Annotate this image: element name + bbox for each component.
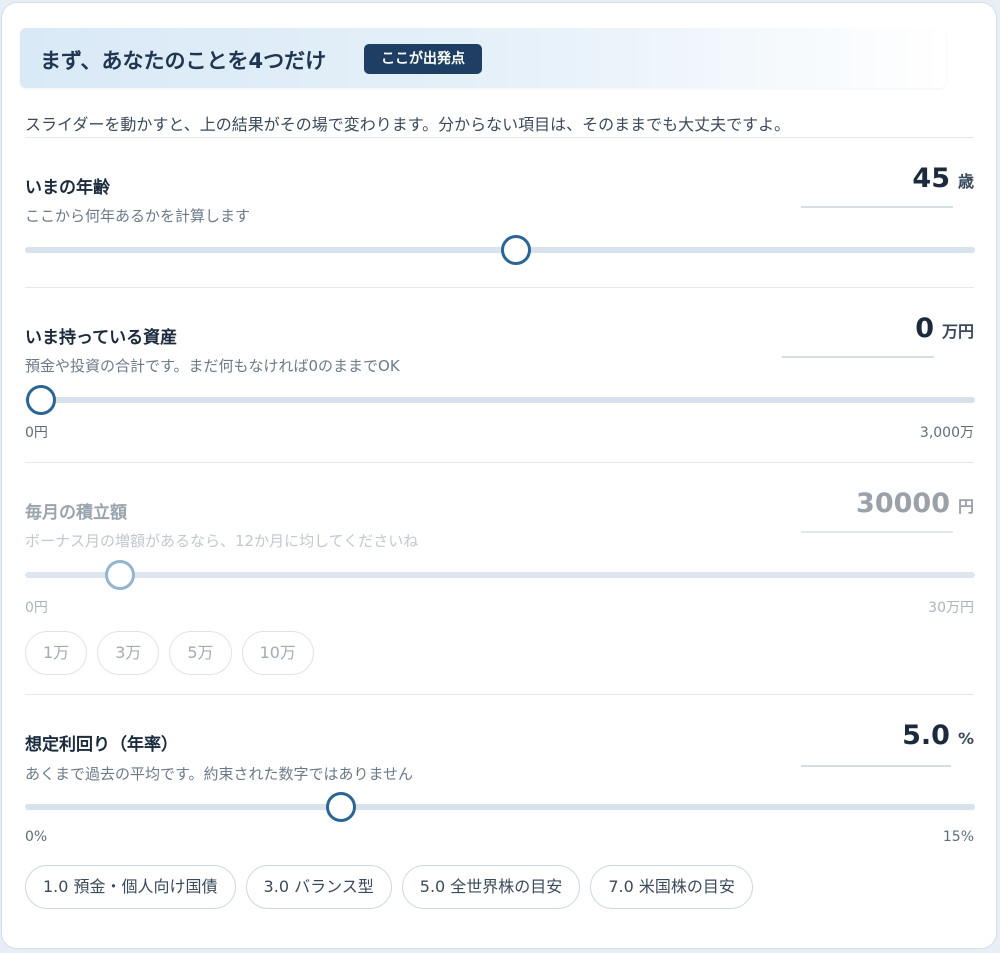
monthly-slider-track[interactable]: [25, 572, 975, 578]
monthly-unit: 円: [957, 497, 974, 516]
age-slider-thumb[interactable]: [501, 235, 532, 265]
rate-range-max: 15%: [942, 829, 974, 845]
assets-value[interactable]: 0: [915, 313, 934, 344]
divider: [25, 694, 974, 695]
age-value-underline: [801, 206, 953, 208]
rate-value-underline: [801, 765, 951, 767]
divider: [25, 462, 974, 463]
monthly-presets: 1万 3万 5万 10万: [25, 631, 314, 675]
rate-preset-button[interactable]: 5.0 全世界株の目安: [401, 865, 581, 909]
assets-value-field[interactable]: 0 万円: [915, 313, 974, 344]
rate-preset-button[interactable]: 7.0 米国株の目安: [590, 865, 753, 909]
assets-slider-thumb[interactable]: [26, 385, 56, 415]
monthly-preset-button[interactable]: 10万: [241, 631, 314, 675]
monthly-preset-button[interactable]: 3万: [97, 631, 160, 675]
assets-label: いま持っている資産: [25, 328, 178, 348]
monthly-value-field[interactable]: 30000 円: [856, 488, 974, 519]
intro-text: スライダーを動かすと、上の結果がその場で変わります。分からない項目は、そのままで…: [25, 115, 791, 134]
monthly-preset-button[interactable]: 5万: [169, 631, 232, 675]
age-slider-track[interactable]: [25, 247, 975, 253]
rate-presets: 1.0 預金・個人向け国債 3.0 バランス型 5.0 全世界株の目安 7.0 …: [25, 865, 753, 909]
rate-preset-button[interactable]: 1.0 預金・個人向け国債: [25, 865, 236, 909]
assets-value-underline: [782, 356, 934, 358]
monthly-value-underline: [801, 531, 953, 533]
rate-unit: %: [957, 729, 974, 748]
assets-hint: 預金や投資の合計です。まだ何もなければ0のままでOK: [25, 357, 400, 375]
assets-range-max: 3,000万: [919, 425, 974, 441]
rate-slider-track[interactable]: [25, 804, 975, 810]
rate-value-field[interactable]: 5.0 %: [902, 720, 974, 751]
assets-slider-track[interactable]: [25, 397, 975, 403]
monthly-hint: ボーナス月の増額があるなら、12か月に均してくださいね: [25, 532, 419, 550]
monthly-preset-button[interactable]: 1万: [25, 631, 88, 675]
divider: [25, 287, 974, 288]
rate-label: 想定利回り（年率）: [25, 735, 178, 755]
age-unit: 歳: [957, 172, 974, 191]
age-value-field[interactable]: 45 歳: [912, 163, 974, 194]
monthly-slider-thumb[interactable]: [105, 560, 135, 590]
monthly-value[interactable]: 30000: [856, 488, 950, 519]
age-hint: ここから何年あるかを計算します: [25, 207, 251, 225]
section-header: まず、あなたのことを4つだけ ここが出発点: [20, 28, 946, 88]
rate-hint: あくまで過去の平均です。約束された数字ではありません: [25, 765, 414, 783]
starting-point-badge: ここが出発点: [364, 44, 482, 74]
rate-preset-button[interactable]: 3.0 バランス型: [245, 865, 392, 909]
rate-range-min: 0%: [25, 829, 48, 845]
assets-unit: 万円: [941, 322, 974, 341]
monthly-range-min: 0円: [25, 600, 48, 616]
age-value[interactable]: 45: [912, 163, 950, 194]
divider: [25, 137, 974, 138]
age-label: いまの年齢: [25, 178, 110, 198]
rate-value[interactable]: 5.0: [902, 720, 950, 751]
assets-range-min: 0円: [25, 425, 48, 441]
monthly-label: 毎月の積立額: [25, 503, 127, 523]
section-title: まず、あなたのことを4つだけ: [40, 49, 327, 73]
monthly-range-max: 30万円: [928, 600, 974, 616]
